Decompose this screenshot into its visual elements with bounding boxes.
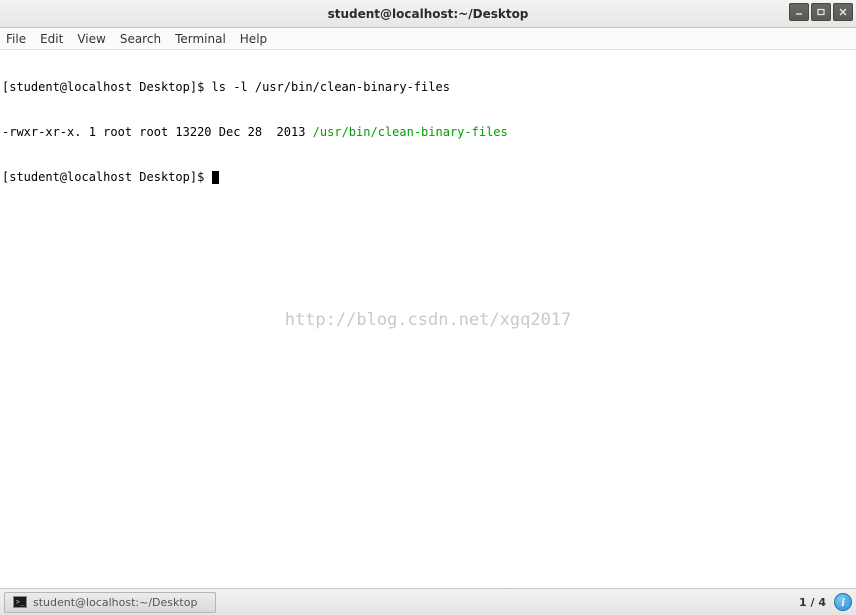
close-button[interactable] xyxy=(833,3,853,21)
terminal-line: [student@localhost Desktop]$ xyxy=(2,170,854,185)
terminal-line: -rwxr-xr-x. 1 root root 13220 Dec 28 201… xyxy=(2,125,854,140)
maximize-button[interactable] xyxy=(811,3,831,21)
maximize-icon xyxy=(817,8,825,16)
ls-output-attrs: -rwxr-xr-x. 1 root root 13220 Dec 28 201… xyxy=(2,125,313,139)
taskbar-window-label: student@localhost:~/Desktop xyxy=(33,596,197,609)
terminal-icon: >_ xyxy=(13,596,27,608)
terminal-line: [student@localhost Desktop]$ ls -l /usr/… xyxy=(2,80,854,95)
command-text: ls -l /usr/bin/clean-binary-files xyxy=(212,80,450,94)
minimize-icon xyxy=(795,8,803,16)
menu-terminal[interactable]: Terminal xyxy=(175,32,226,46)
taskbar: >_ student@localhost:~/Desktop 1 / 4 i xyxy=(0,588,856,615)
prompt: [student@localhost Desktop]$ xyxy=(2,170,212,184)
workspace-pager[interactable]: 1 / 4 xyxy=(799,596,826,609)
window-controls xyxy=(789,3,853,21)
taskbar-window-button[interactable]: >_ student@localhost:~/Desktop xyxy=(4,592,216,613)
ls-output-path: /usr/bin/clean-binary-files xyxy=(313,125,508,139)
cursor-icon xyxy=(212,171,219,184)
menu-edit[interactable]: Edit xyxy=(40,32,63,46)
menu-view[interactable]: View xyxy=(77,32,105,46)
menu-help[interactable]: Help xyxy=(240,32,267,46)
window-title: student@localhost:~/Desktop xyxy=(0,7,856,21)
info-icon[interactable]: i xyxy=(834,593,852,611)
minimize-button[interactable] xyxy=(789,3,809,21)
menu-bar: File Edit View Search Terminal Help xyxy=(0,28,856,50)
window-titlebar: student@localhost:~/Desktop xyxy=(0,0,856,28)
terminal-area[interactable]: [student@localhost Desktop]$ ls -l /usr/… xyxy=(0,50,856,588)
menu-file[interactable]: File xyxy=(6,32,26,46)
menu-search[interactable]: Search xyxy=(120,32,161,46)
close-icon xyxy=(839,8,847,16)
prompt: [student@localhost Desktop]$ xyxy=(2,80,212,94)
